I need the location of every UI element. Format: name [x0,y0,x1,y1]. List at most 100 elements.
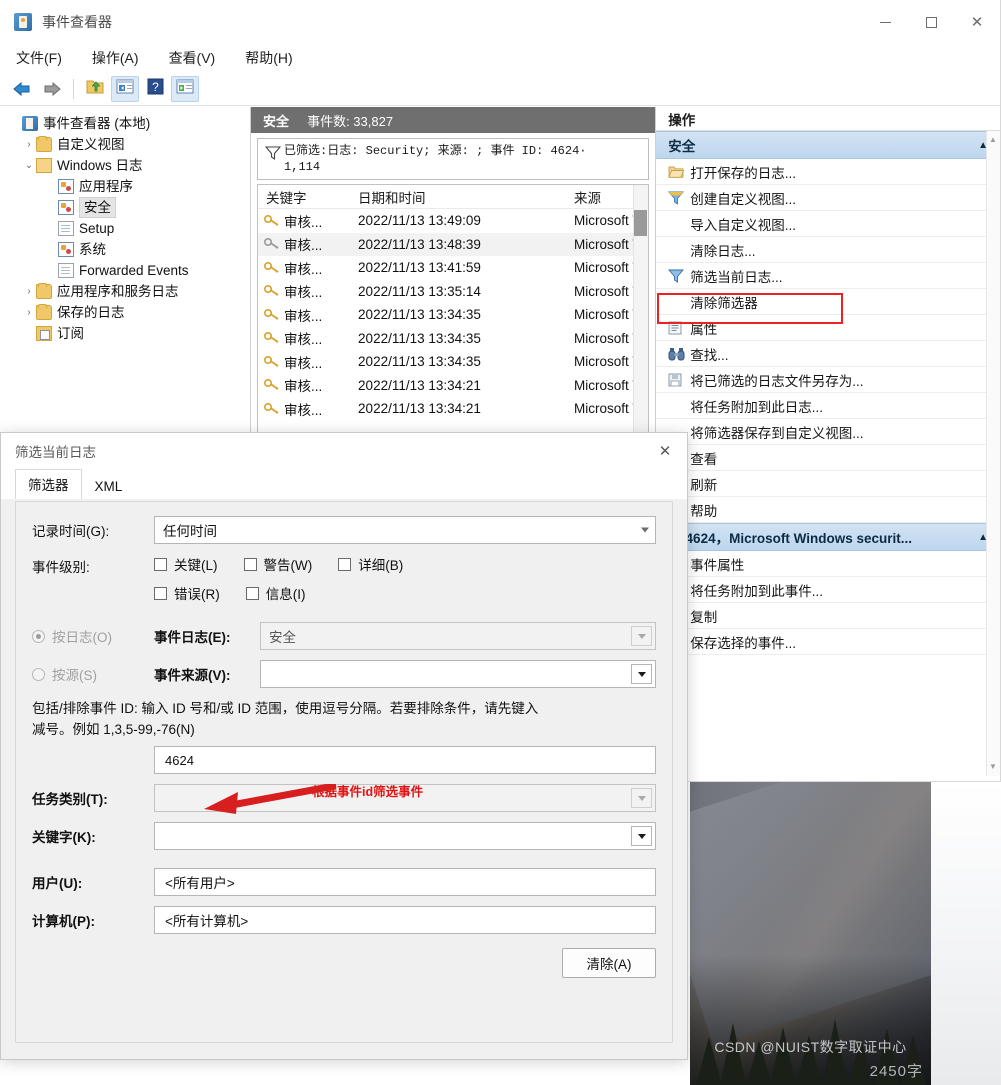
table-row[interactable]: 审核... 2022/11/13 13:41:59 Microsoft Wi [258,256,648,280]
dropdown-button[interactable] [631,788,652,808]
menu-file[interactable]: 文件(F) [14,46,64,70]
action-clear-filter[interactable]: 清除筛选器 [656,289,1000,315]
action-save-filtered-log[interactable]: 将已筛选的日志文件另存为... [656,367,1000,393]
tree-root[interactable]: 事件查看器 (本地) [0,113,250,134]
action-label: 将筛选器保存到自定义视图... [690,425,864,441]
checkbox-error[interactable]: 错误(R) [154,583,220,603]
event-log-select[interactable]: 安全 [260,622,656,650]
forward-button[interactable] [38,76,66,102]
menu-help[interactable]: 帮助(H) [243,46,294,70]
grid-column-headers: 关键字 日期和时间 来源 [258,185,649,209]
event-id-input[interactable]: 4624 [154,746,656,774]
tree-item-setup[interactable]: Setup [0,218,250,239]
action-clear-log[interactable]: 清除日志... [656,237,1000,263]
table-row[interactable]: 审核... 2022/11/13 13:35:14 Microsoft Wi [258,280,648,304]
dropdown-button[interactable] [631,826,652,846]
event-grid[interactable]: 关键字 日期和时间 来源 审核... 2022/11/13 13:49:09 M… [257,184,650,439]
table-row[interactable]: 审核... 2022/11/13 13:34:35 Microsoft Wi [258,350,648,374]
action-attach-task-to-log[interactable]: 将任务附加到此日志... [656,393,1000,419]
radio-by-source[interactable] [32,667,45,681]
event-grid-scrollbar[interactable] [633,185,649,438]
table-row[interactable]: 审核... 2022/11/13 13:34:21 Microsoft Wi [258,397,648,421]
task-category-label: 任务类别(T): [32,792,108,807]
action-filter-current-log[interactable]: 筛选当前日志... [656,263,1000,289]
tree-item-application[interactable]: 应用程序 [0,176,250,197]
tab-filter[interactable]: 筛选器 [15,469,82,499]
help-button[interactable]: ? [141,76,169,102]
actions-scroll-area[interactable]: 安全 ▲ 打开保存的日志... 创建自定义视图... 导入自定义视图... 清除… [656,131,1000,776]
scroll-down-icon[interactable]: ▼ [988,762,998,772]
action-view[interactable]: 查看 ▶ [656,445,1000,471]
action-save-selected-events[interactable]: 保存选择的事件... [656,629,1000,655]
column-header-keyword[interactable]: 关键字 [258,187,358,207]
tree-item-saved-logs[interactable]: › 保存的日志 [0,302,250,323]
scroll-up-icon[interactable]: ▲ [988,135,998,145]
action-open-saved-log[interactable]: 打开保存的日志... [656,159,1000,185]
actions-group-event[interactable]: 件 4624，Microsoft Windows securit... ▲ [656,523,1000,551]
action-save-filter-to-custom-view[interactable]: 将筛选器保存到自定义视图... [656,419,1000,445]
radio-by-log[interactable] [32,629,45,643]
chevron-right-icon[interactable]: › [22,307,36,318]
minimize-button[interactable] [862,0,908,44]
checkbox-verbose[interactable]: 详细(B) [338,554,403,574]
actions-pane: 操作 安全 ▲ 打开保存的日志... 创建自定义视图... 导入自定义视图...… [656,107,1000,781]
menu-action[interactable]: 操作(A) [90,46,141,70]
action-import-custom-view[interactable]: 导入自定义视图... [656,211,1000,237]
tree-item-subscriptions[interactable]: 订阅 [0,323,250,344]
menu-view[interactable]: 查看(V) [167,46,218,70]
checkbox-box[interactable] [154,586,167,600]
tab-xml[interactable]: XML [81,474,136,499]
logged-time-select[interactable]: 任何时间 [154,516,656,544]
action-properties[interactable]: 属性 [656,315,1000,341]
column-header-datetime[interactable]: 日期和时间 [358,187,574,207]
table-row[interactable]: 审核... 2022/11/13 13:49:09 Microsoft Wi [258,209,648,233]
active-filter-banner[interactable]: 已筛选:日志: Security; 来源: ; 事件 ID: 4624· 1,1… [257,138,650,180]
action-attach-task-to-event[interactable]: 将任务附加到此事件... [656,577,1000,603]
chevron-right-icon[interactable]: › [22,139,36,150]
dropdown-button[interactable] [631,626,652,646]
actions-group-security[interactable]: 安全 ▲ [656,131,1000,159]
dialog-titlebar: 筛选当前日志 ✕ [1,433,687,469]
table-row[interactable]: 审核... 2022/11/13 13:34:35 Microsoft Wi [258,327,648,351]
checkbox-information[interactable]: 信息(I) [245,583,306,603]
table-row[interactable]: 审核... 2022/11/13 13:34:35 Microsoft Wi [258,303,648,327]
tree-item-app-service-logs[interactable]: › 应用程序和服务日志 [0,281,250,302]
tree-item-custom-views[interactable]: › 自定义视图 [0,134,250,155]
tree-item-windows-logs[interactable]: ⌄ Windows 日志 [0,155,250,176]
action-find[interactable]: 查找... [656,341,1000,367]
maximize-button[interactable] [908,0,954,44]
up-folder-button[interactable] [81,76,109,102]
computer-input[interactable]: <所有计算机> [154,906,656,934]
checkbox-warning[interactable]: 警告(W) [243,554,312,574]
chevron-right-icon[interactable]: › [22,286,36,297]
checkbox-box[interactable] [154,557,167,571]
action-copy[interactable]: 复制 ▶ [656,603,1000,629]
keywords-select[interactable] [154,822,656,850]
tree-item-system[interactable]: 系统 [0,239,250,260]
close-button[interactable]: ✕ [954,0,1000,44]
user-input[interactable]: <所有用户> [154,868,656,896]
checkbox-critical[interactable]: 关键(L) [154,554,218,574]
tree-item-security[interactable]: 安全 [0,197,250,218]
table-row[interactable]: 审核... 2022/11/13 13:34:21 Microsoft Wi [258,374,648,398]
action-create-custom-view[interactable]: 创建自定义视图... [656,185,1000,211]
checkbox-box[interactable] [245,586,259,600]
dialog-close-button[interactable]: ✕ [651,439,679,463]
action-refresh[interactable]: 刷新 [656,471,1000,497]
show-console-tree-button[interactable] [111,75,139,102]
action-help[interactable]: 帮助 ▶ [656,497,1000,523]
back-button[interactable] [8,76,36,102]
event-source-select[interactable] [260,660,656,688]
computer-label: 计算机(P): [32,914,95,929]
tree-item-forwarded-events[interactable]: Forwarded Events [0,260,250,281]
checkbox-box[interactable] [243,557,257,571]
actions-scrollbar[interactable]: ▲ ▼ [986,131,1000,776]
clear-button[interactable]: 清除(A) [562,948,656,978]
table-row[interactable]: 审核... 2022/11/13 13:48:39 Microsoft Wi [258,232,649,256]
dropdown-button[interactable] [631,664,652,684]
action-event-properties[interactable]: 事件属性 [656,551,1000,577]
chevron-down-icon[interactable]: ⌄ [22,160,36,171]
checkbox-box[interactable] [338,557,352,571]
scrollbar-thumb[interactable] [634,210,648,236]
show-action-pane-button[interactable] [171,75,199,102]
